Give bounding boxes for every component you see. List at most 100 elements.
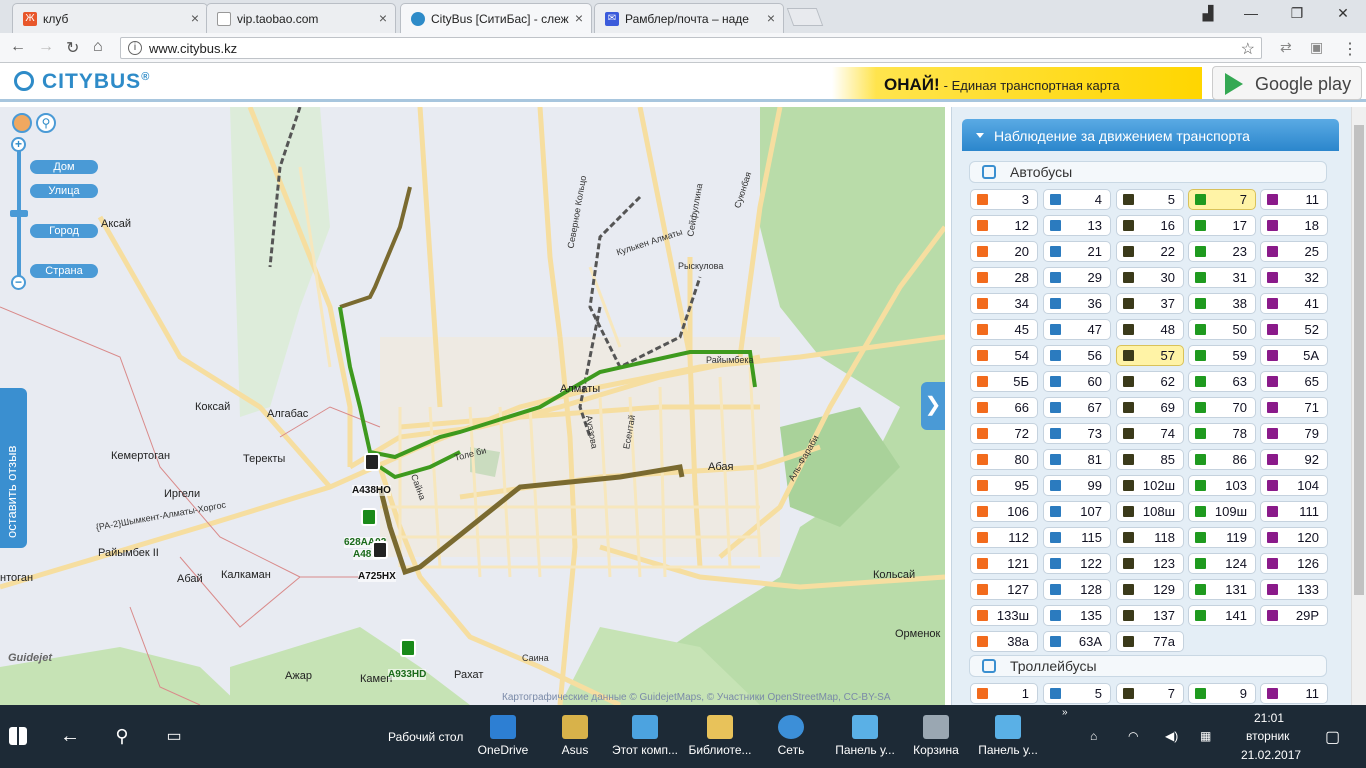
close-icon[interactable]: ×: [575, 10, 583, 26]
trolley-route-5-button[interactable]: 5: [1043, 683, 1111, 704]
notifications-icon[interactable]: ▢: [1325, 727, 1340, 747]
tab-taobao[interactable]: vip.taobao.com ×: [206, 3, 396, 33]
taskbar-app-network[interactable]: Сеть: [765, 705, 817, 768]
bus-route-137-button[interactable]: 137: [1116, 605, 1184, 626]
back-arrow-icon[interactable]: ←: [52, 705, 88, 768]
expand-panel-button[interactable]: ❯: [921, 382, 945, 430]
bus-route-106-button[interactable]: 106: [970, 501, 1038, 522]
bus-route-29-button[interactable]: 29: [1043, 267, 1111, 288]
bus-route-37-button[interactable]: 37: [1116, 293, 1184, 314]
forward-icon[interactable]: →: [38, 38, 54, 56]
buses-section-header[interactable]: Автобусы: [969, 161, 1327, 183]
tab-klub[interactable]: Ж клуб ×: [12, 3, 208, 33]
bus-route-122-button[interactable]: 122: [1043, 553, 1111, 574]
bus-route-67-button[interactable]: 67: [1043, 397, 1111, 418]
info-icon[interactable]: i: [128, 41, 142, 55]
google-play-button[interactable]: Google play: [1212, 66, 1362, 100]
bus-route-129-button[interactable]: 129: [1116, 579, 1184, 600]
tab-citybus[interactable]: CityBus [СитиБас] - слеж ×: [400, 3, 592, 33]
zoom-handle[interactable]: [10, 210, 28, 217]
new-tab-button[interactable]: [786, 8, 824, 26]
bus-route-3-button[interactable]: 3: [970, 189, 1038, 210]
bus-route-63-button[interactable]: 63: [1188, 371, 1256, 392]
bus-route-54-button[interactable]: 54: [970, 345, 1038, 366]
bus-route-23-button[interactable]: 23: [1188, 241, 1256, 262]
keyboard-icon[interactable]: ▦: [1200, 729, 1211, 743]
bus-route-12-button[interactable]: 12: [970, 215, 1038, 236]
toolbar-overflow-icon[interactable]: »: [1062, 707, 1068, 718]
bus-route-86-button[interactable]: 86: [1188, 449, 1256, 470]
taskbar-app-control-panel[interactable]: Панель у...: [830, 705, 900, 768]
taskbar-app-control-panel-2[interactable]: Панель у...: [972, 705, 1044, 768]
bus-route-85-button[interactable]: 85: [1116, 449, 1184, 470]
bus-route-121-button[interactable]: 121: [970, 553, 1038, 574]
bus-route-22-button[interactable]: 22: [1116, 241, 1184, 262]
wifi-icon[interactable]: ◠: [1128, 729, 1138, 743]
bus-route-52-button[interactable]: 52: [1260, 319, 1328, 340]
bus-route-111-button[interactable]: 111: [1260, 501, 1328, 522]
taskbar-app-computer[interactable]: Этот комп...: [610, 705, 680, 768]
bus-route-128-button[interactable]: 128: [1043, 579, 1111, 600]
bus-route-69-button[interactable]: 69: [1116, 397, 1184, 418]
bus-route-63А-button[interactable]: 63А: [1043, 631, 1111, 652]
bus-route-56-button[interactable]: 56: [1043, 345, 1111, 366]
zoom-out-icon[interactable]: −: [11, 275, 26, 290]
citybus-logo[interactable]: CITYBUS®: [14, 70, 150, 94]
menu-icon[interactable]: ⋮: [1342, 39, 1358, 59]
zoom-in-icon[interactable]: +: [11, 137, 26, 152]
extension-icon[interactable]: ▣: [1310, 39, 1323, 56]
onay-banner[interactable]: ОНАЙ! - Единая транспортная карта: [832, 67, 1202, 99]
bus-route-18-button[interactable]: 18: [1260, 215, 1328, 236]
bus-route-20-button[interactable]: 20: [970, 241, 1038, 262]
bus-route-45-button[interactable]: 45: [970, 319, 1038, 340]
trolley-route-1-button[interactable]: 1: [970, 683, 1038, 704]
bus-route-48-button[interactable]: 48: [1116, 319, 1184, 340]
zoom-level-country[interactable]: Страна: [30, 264, 98, 278]
bus-marker-icon[interactable]: [361, 508, 377, 526]
bus-route-73-button[interactable]: 73: [1043, 423, 1111, 444]
url-input[interactable]: i www.citybus.kz ☆: [120, 37, 1262, 59]
bus-route-95-button[interactable]: 95: [970, 475, 1038, 496]
trolley-route-9-button[interactable]: 9: [1188, 683, 1256, 704]
maximize-button[interactable]: ❐: [1274, 0, 1320, 28]
trolley-route-11-button[interactable]: 11: [1260, 683, 1328, 704]
bus-route-107-button[interactable]: 107: [1043, 501, 1111, 522]
bus-route-109ш-button[interactable]: 109ш: [1188, 501, 1256, 522]
bus-route-141-button[interactable]: 141: [1188, 605, 1256, 626]
close-icon[interactable]: ×: [191, 10, 199, 26]
back-icon[interactable]: ←: [10, 38, 26, 56]
bus-route-99-button[interactable]: 99: [1043, 475, 1111, 496]
taskbar-app-asus[interactable]: Asus: [545, 705, 605, 768]
bus-route-50-button[interactable]: 50: [1188, 319, 1256, 340]
taskbar-app-onedrive[interactable]: OneDrive: [472, 705, 534, 768]
bus-route-65-button[interactable]: 65: [1260, 371, 1328, 392]
zoom-level-city[interactable]: Город: [30, 224, 98, 238]
bus-route-127-button[interactable]: 127: [970, 579, 1038, 600]
search-icon[interactable]: ⚲: [104, 705, 140, 768]
bus-route-131-button[interactable]: 131: [1188, 579, 1256, 600]
bus-route-62-button[interactable]: 62: [1116, 371, 1184, 392]
bus-route-57-button[interactable]: 57: [1116, 345, 1184, 366]
bus-route-108ш-button[interactable]: 108ш: [1116, 501, 1184, 522]
close-icon[interactable]: ×: [379, 10, 387, 26]
desktop-toolbar-label[interactable]: Рабочий стол: [388, 730, 463, 744]
bus-route-135-button[interactable]: 135: [1043, 605, 1111, 626]
bus-route-74-button[interactable]: 74: [1116, 423, 1184, 444]
bus-route-38а-button[interactable]: 38а: [970, 631, 1038, 652]
bus-route-115-button[interactable]: 115: [1043, 527, 1111, 548]
user-icon[interactable]: ▟: [1185, 0, 1231, 28]
bus-route-38-button[interactable]: 38: [1188, 293, 1256, 314]
bus-route-77а-button[interactable]: 77а: [1116, 631, 1184, 652]
bus-marker-icon[interactable]: [400, 639, 416, 657]
bus-route-104-button[interactable]: 104: [1260, 475, 1328, 496]
bus-route-92-button[interactable]: 92: [1260, 449, 1328, 470]
bus-route-41-button[interactable]: 41: [1260, 293, 1328, 314]
map-view[interactable]: Аксай Коксай Алгабас Кемертоган Теректы …: [0, 107, 945, 705]
zoom-level-home[interactable]: Дом: [30, 160, 98, 174]
bus-route-16-button[interactable]: 16: [1116, 215, 1184, 236]
bus-route-32-button[interactable]: 32: [1260, 267, 1328, 288]
bus-route-119-button[interactable]: 119: [1188, 527, 1256, 548]
bus-route-103-button[interactable]: 103: [1188, 475, 1256, 496]
bus-route-81-button[interactable]: 81: [1043, 449, 1111, 470]
bus-route-133ш-button[interactable]: 133ш: [970, 605, 1038, 626]
